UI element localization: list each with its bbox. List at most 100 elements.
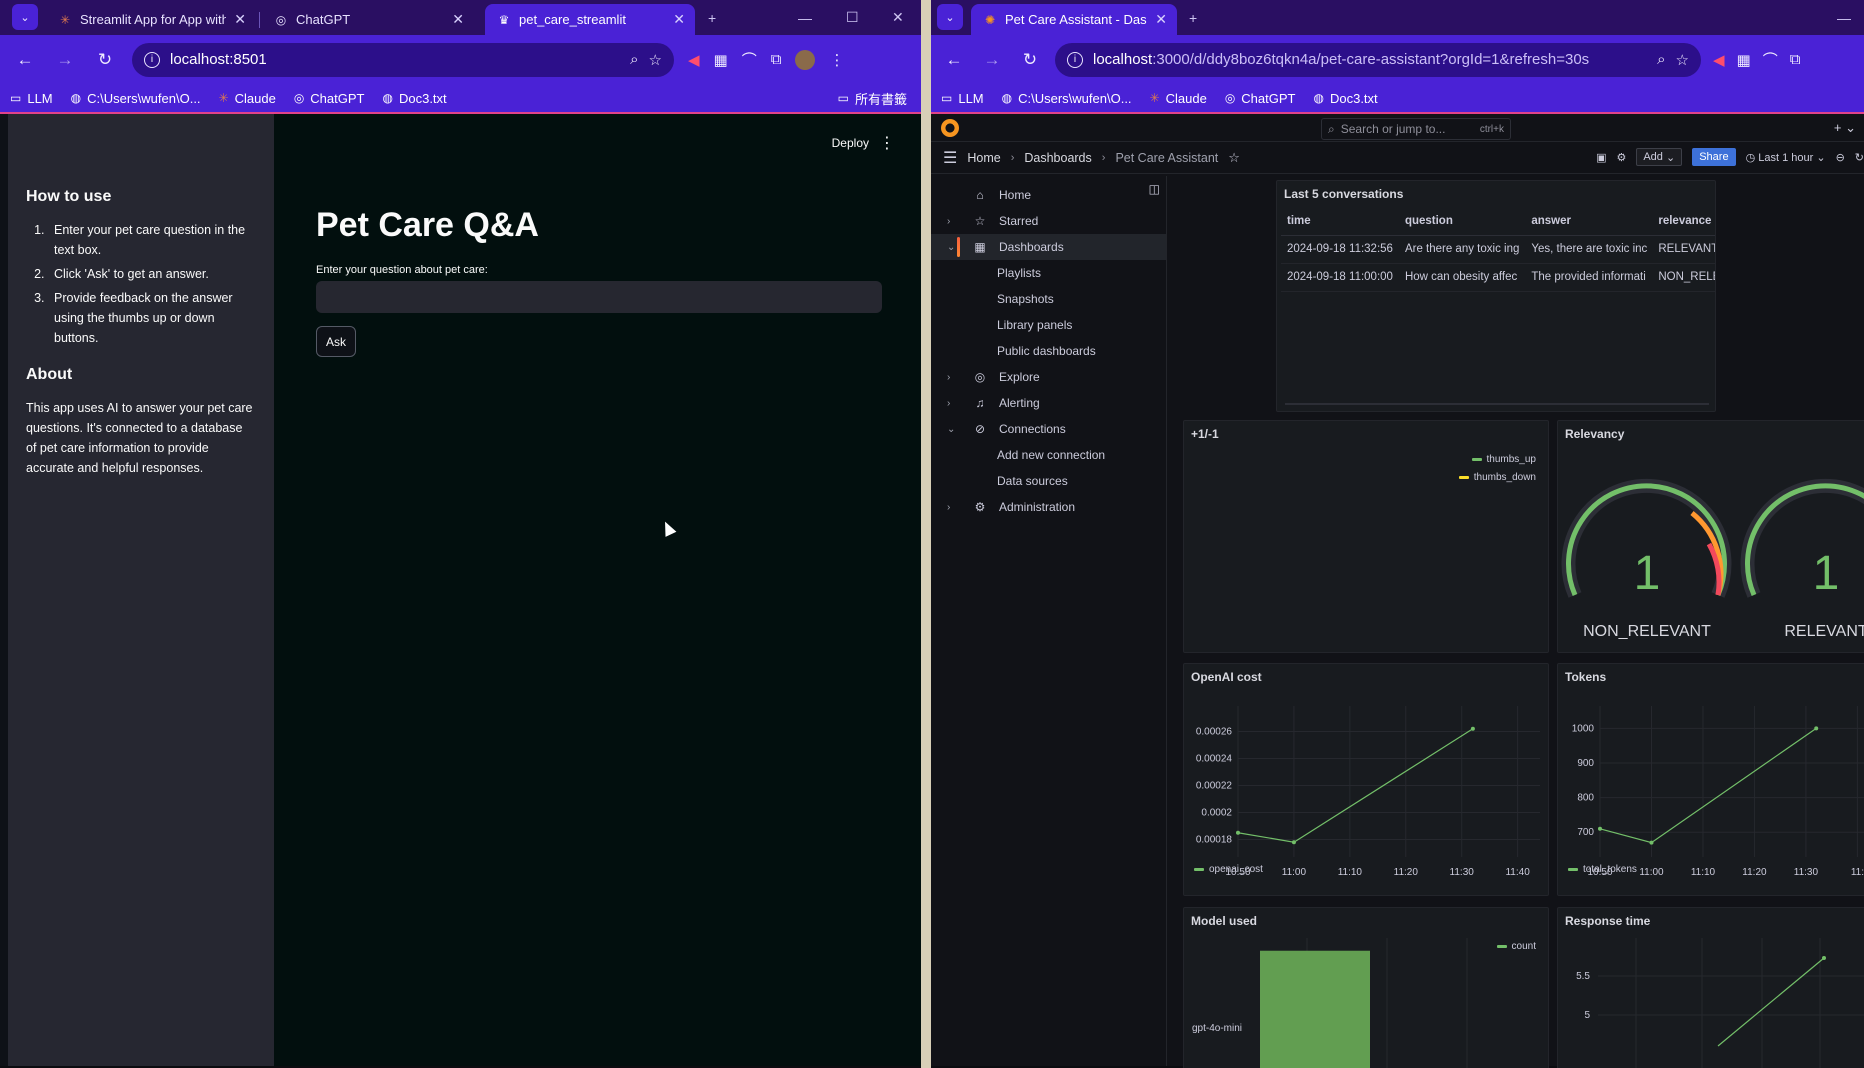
tab-grafana-dashboard[interactable]: ✺ Pet Care Assistant - Dashboar ✕	[971, 4, 1177, 35]
nav-item-administration[interactable]: › ⚙ Administration	[931, 494, 1166, 520]
grafana-logo-icon[interactable]	[941, 118, 959, 137]
nav-item-add-new-connection[interactable]: Add new connection	[931, 442, 1166, 468]
refresh-icon[interactable]: ↻	[1855, 151, 1864, 164]
column-header[interactable]: answer	[1525, 207, 1653, 236]
chevron-down-icon[interactable]: ⌄	[947, 424, 959, 435]
nav-item-library-panels[interactable]: Library panels	[931, 312, 1166, 338]
close-icon[interactable]: ✕	[234, 11, 246, 28]
extensions-puzzle-icon[interactable]: ⧉	[1790, 51, 1801, 68]
tab-chatgpt[interactable]: ◎ ChatGPT ✕	[262, 4, 474, 35]
table-row[interactable]: 2024-09-18 11:32:56 Are there any toxic …	[1281, 235, 1715, 264]
star-icon[interactable]: ☆	[1228, 150, 1240, 166]
breadcrumb-dashboards[interactable]: Dashboards	[1024, 151, 1091, 165]
back-icon[interactable]: ←	[941, 47, 967, 73]
chevron-right-icon[interactable]: ›	[947, 502, 959, 513]
bookmark-llm[interactable]: ▭ LLM	[10, 91, 53, 106]
settings-gear-icon[interactable]: ⚙	[1616, 151, 1626, 164]
tab-streamlit-app[interactable]: ✳ Streamlit App for App with ✕	[46, 4, 256, 35]
profile-avatar[interactable]	[795, 49, 816, 70]
close-icon[interactable]: ✕	[1155, 11, 1167, 28]
question-input[interactable]	[316, 281, 882, 313]
column-header[interactable]: question	[1398, 207, 1526, 236]
address-bar[interactable]: i localhost:8501 ⌕ ☆	[132, 42, 674, 77]
address-bar[interactable]: i localhost:3000/d/ddy8boz6tqkn4a/pet-ca…	[1055, 42, 1701, 77]
minimize-icon[interactable]: —	[798, 0, 812, 35]
zoom-out-icon[interactable]: ⊖	[1836, 151, 1845, 164]
main-menu-icon[interactable]: ⋮	[879, 133, 895, 153]
wing-extension-icon[interactable]: ⌒	[1763, 49, 1778, 70]
deploy-button[interactable]: Deploy	[832, 136, 869, 150]
legend-item[interactable]: total_tokens	[1568, 864, 1637, 875]
reload-icon[interactable]: ↻	[1017, 47, 1043, 73]
legend-item[interactable]: count	[1496, 941, 1536, 952]
chevron-right-icon[interactable]: ›	[947, 398, 959, 409]
bookmark-claude[interactable]: ✳ Claude	[1150, 91, 1207, 106]
bookmark-users-path[interactable]: ◍ C:\Users\wufen\O...	[71, 91, 201, 106]
minimize-icon[interactable]: —	[1837, 0, 1851, 35]
bookmark-doc3[interactable]: ◍ Doc3.txt	[1313, 91, 1377, 106]
close-icon[interactable]: ✕	[673, 11, 685, 28]
nav-item-explore[interactable]: › ◎ Explore	[931, 364, 1166, 390]
chevron-right-icon[interactable]: ›	[947, 372, 959, 383]
save-icon[interactable]: ▣	[1596, 151, 1606, 164]
zoom-icon[interactable]: ⌕	[1657, 51, 1665, 68]
forward-icon[interactable]: →	[979, 47, 1005, 73]
zoom-icon[interactable]: ⌕	[630, 51, 638, 68]
close-icon[interactable]: ✕	[452, 11, 464, 28]
wing-extension-icon[interactable]: ⌒	[742, 49, 757, 70]
tab-search-icon[interactable]: ⌄	[12, 4, 38, 30]
chevron-right-icon[interactable]: ›	[947, 216, 959, 227]
legend-item[interactable]: thumbs_up	[1471, 454, 1536, 465]
forward-icon[interactable]: →	[52, 47, 78, 73]
column-header[interactable]: time	[1281, 207, 1399, 236]
legend-item[interactable]: thumbs_down	[1458, 472, 1536, 483]
site-info-icon[interactable]: i	[1067, 51, 1083, 68]
table-scrollbar[interactable]	[1285, 403, 1709, 405]
new-tab-icon[interactable]: +	[1189, 0, 1197, 35]
column-header[interactable]: relevance	[1652, 207, 1715, 236]
extensions-puzzle-icon[interactable]: ⧉	[771, 51, 782, 68]
menu-toggle-icon[interactable]: ☰	[943, 148, 957, 168]
share-button[interactable]: Share	[1692, 148, 1736, 166]
reload-icon[interactable]: ↻	[92, 47, 118, 73]
ask-button[interactable]: Ask	[316, 326, 356, 357]
back-icon[interactable]: ←	[12, 47, 38, 73]
nav-item-connections[interactable]: ⌄ ⊘ Connections	[931, 416, 1166, 442]
tab-search-icon[interactable]: ⌄	[937, 4, 963, 30]
mute-extension-icon[interactable]: ◀	[1713, 51, 1725, 69]
nav-item-starred[interactable]: › ☆ Starred	[931, 208, 1166, 234]
search-input[interactable]: ⌕ Search or jump to... ctrl+k	[1321, 118, 1511, 140]
nav-item-playlists[interactable]: Playlists	[931, 260, 1166, 286]
nav-item-alerting[interactable]: › ♫ Alerting	[931, 390, 1166, 416]
window-divider[interactable]	[921, 0, 931, 1068]
window-close-icon[interactable]: ✕	[892, 0, 904, 35]
chevron-down-icon[interactable]: ⌄	[947, 242, 959, 253]
bookmark-users-path[interactable]: ◍ C:\Users\wufen\O...	[1002, 91, 1132, 106]
breadcrumb-home[interactable]: Home	[967, 151, 1000, 165]
bookmark-star-icon[interactable]: ☆	[1676, 51, 1689, 69]
nav-item-snapshots[interactable]: Snapshots	[931, 286, 1166, 312]
bookmark-star-icon[interactable]: ☆	[649, 51, 662, 69]
nav-item-public-dashboards[interactable]: Public dashboards	[931, 338, 1166, 364]
nav-item-home[interactable]: ⌂ Home	[931, 182, 1166, 208]
translate-extension-icon[interactable]: ▦	[714, 51, 728, 69]
all-bookmarks-folder[interactable]: ▭ 所有書籤	[838, 89, 907, 108]
nav-item-dashboards[interactable]: ⌄ ▦ Dashboards	[931, 234, 1166, 260]
translate-extension-icon[interactable]: ▦	[1737, 51, 1751, 69]
time-picker[interactable]: ◷ Last 1 hour ⌄	[1746, 151, 1826, 164]
mute-extension-icon[interactable]: ◀	[688, 51, 700, 69]
new-tab-icon[interactable]: +	[708, 0, 716, 35]
maximize-icon[interactable]: ☐	[846, 0, 859, 35]
legend-item[interactable]: openai_cost	[1194, 864, 1263, 875]
menu-kebab-icon[interactable]: ⋮	[829, 51, 844, 69]
site-info-icon[interactable]: i	[144, 51, 160, 68]
add-button[interactable]: Add ⌄	[1636, 148, 1683, 166]
nav-item-data-sources[interactable]: Data sources	[931, 468, 1166, 494]
table-row[interactable]: 2024-09-18 11:00:00 How can obesity affe…	[1281, 263, 1715, 292]
bookmark-llm[interactable]: ▭ LLM	[941, 91, 984, 106]
new-dropdown-icon[interactable]: + ⌄	[1834, 120, 1856, 136]
bookmark-chatgpt[interactable]: ◎ ChatGPT	[294, 91, 365, 106]
bookmark-chatgpt[interactable]: ◎ ChatGPT	[1225, 91, 1296, 106]
bookmark-claude[interactable]: ✳ Claude	[219, 91, 276, 106]
tab-pet-care-streamlit[interactable]: ♛ pet_care_streamlit ✕	[485, 4, 695, 35]
